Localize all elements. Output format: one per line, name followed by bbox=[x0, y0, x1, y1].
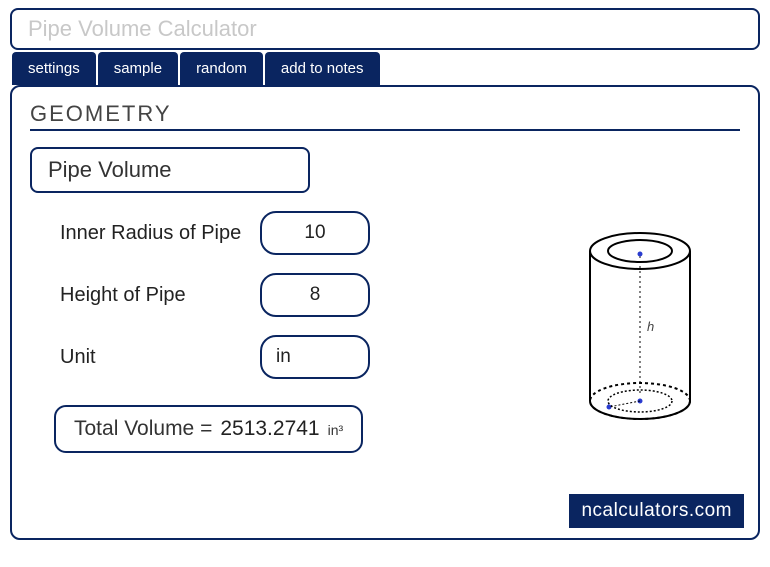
form-column: Inner Radius of Pipe Height of Pipe Unit… bbox=[30, 211, 540, 453]
inner-radius-label: Inner Radius of Pipe bbox=[60, 220, 260, 246]
field-height: Height of Pipe bbox=[60, 273, 540, 317]
result-unit: in³ bbox=[328, 422, 344, 438]
diagram-height-symbol: h bbox=[647, 319, 654, 334]
field-unit: Unit bbox=[60, 335, 540, 379]
section-title: GEOMETRY bbox=[30, 101, 740, 127]
calculator-panel: GEOMETRY Pipe Volume Inner Radius of Pip… bbox=[10, 85, 760, 540]
tab-sample[interactable]: sample bbox=[98, 52, 178, 85]
mode-selector[interactable]: Pipe Volume bbox=[30, 147, 310, 193]
page-title: Pipe Volume Calculator bbox=[10, 8, 760, 50]
unit-input[interactable] bbox=[260, 335, 370, 379]
diagram-column: h bbox=[540, 211, 740, 441]
inner-radius-input[interactable] bbox=[260, 211, 370, 255]
brand-badge[interactable]: ncalculators.com bbox=[569, 494, 744, 528]
tab-settings[interactable]: settings bbox=[12, 52, 96, 85]
result-value: 2513.2741 bbox=[220, 417, 319, 441]
tab-bar: settings sample random add to notes bbox=[10, 52, 760, 85]
height-label: Height of Pipe bbox=[60, 282, 260, 308]
section-underline bbox=[30, 129, 740, 131]
field-inner-radius: Inner Radius of Pipe bbox=[60, 211, 540, 255]
result-box: Total Volume = 2513.2741 in³ bbox=[54, 405, 363, 453]
pipe-diagram-icon: h bbox=[565, 221, 715, 441]
tab-random[interactable]: random bbox=[180, 52, 263, 85]
unit-label: Unit bbox=[60, 344, 260, 370]
result-label: Total Volume = bbox=[74, 417, 212, 441]
height-input[interactable] bbox=[260, 273, 370, 317]
tab-add-to-notes[interactable]: add to notes bbox=[265, 52, 380, 85]
